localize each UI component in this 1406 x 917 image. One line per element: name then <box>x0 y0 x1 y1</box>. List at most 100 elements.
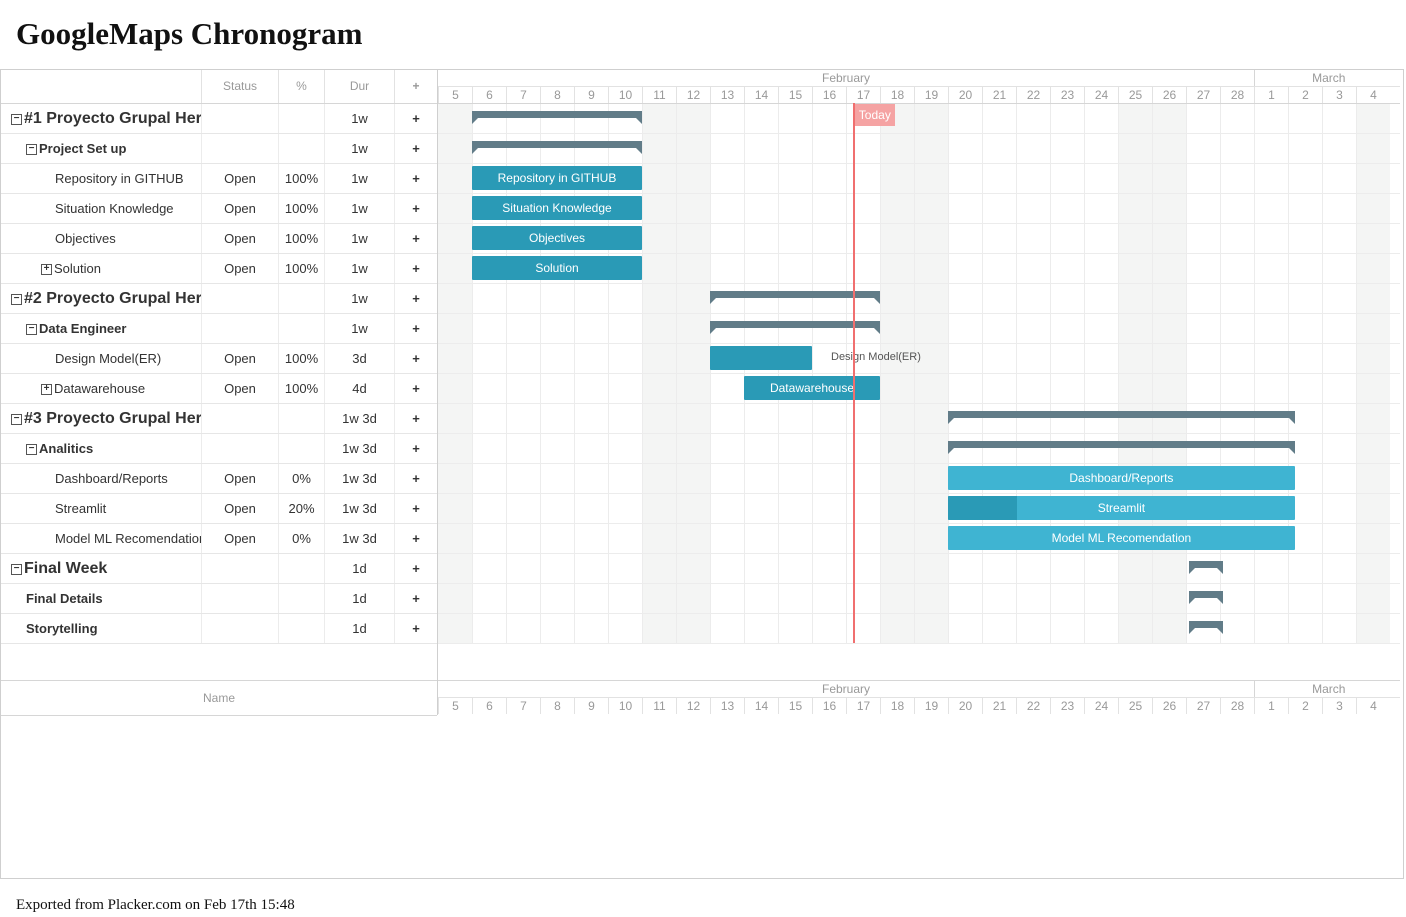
add-subtask-button[interactable]: + <box>394 464 437 493</box>
task-name-cell[interactable]: Dashboard/Reports <box>1 464 201 493</box>
percent-cell: 100% <box>278 164 324 193</box>
task-row[interactable]: Design Model(ER) Open 100% 3d + <box>1 344 437 374</box>
percent-column-header[interactable]: % <box>278 70 324 103</box>
expand-icon[interactable]: + <box>41 264 52 276</box>
task-bar[interactable]: Datawarehouse <box>744 376 880 400</box>
task-bar[interactable]: Repository in GITHUB <box>472 166 642 190</box>
task-row[interactable]: − #2 Proyecto Grupal Her 1w + <box>1 284 437 314</box>
collapse-icon[interactable]: − <box>26 444 37 456</box>
name-column-header[interactable] <box>1 70 201 103</box>
summary-bar[interactable] <box>1189 591 1224 604</box>
task-row[interactable]: Situation Knowledge Open 100% 1w + <box>1 194 437 224</box>
task-row[interactable]: + Solution Open 100% 1w + <box>1 254 437 284</box>
add-subtask-button[interactable]: + <box>394 224 437 253</box>
collapse-icon[interactable]: − <box>11 414 22 426</box>
day-label: 24 <box>1084 87 1118 103</box>
add-subtask-button[interactable]: + <box>394 344 437 373</box>
task-name-cell[interactable]: Storytelling <box>1 614 201 643</box>
collapse-icon[interactable]: − <box>26 324 37 336</box>
day-label: 17 <box>846 87 880 103</box>
task-name-cell[interactable]: − #2 Proyecto Grupal Her <box>1 284 201 313</box>
task-bar-label: Datawarehouse <box>769 381 855 395</box>
task-name: Situation Knowledge <box>55 201 174 216</box>
task-name-cell[interactable]: − Analitics <box>1 434 201 463</box>
add-subtask-button[interactable]: + <box>394 584 437 613</box>
task-name-cell[interactable]: Streamlit <box>1 494 201 523</box>
task-row[interactable]: − Final Week 1d + <box>1 554 437 584</box>
task-row[interactable]: Objectives Open 100% 1w + <box>1 224 437 254</box>
task-row[interactable]: Streamlit Open 20% 1w 3d + <box>1 494 437 524</box>
task-row[interactable]: − #1 Proyecto Grupal Her 1w + <box>1 104 437 134</box>
task-row[interactable]: Storytelling 1d + <box>1 614 437 644</box>
task-name-cell[interactable]: − #3 Proyecto Grupal Her <box>1 404 201 433</box>
summary-bar[interactable] <box>472 141 642 154</box>
duration-column-header[interactable]: Dur <box>324 70 394 103</box>
day-label: 4 <box>1356 698 1390 714</box>
task-name-cell[interactable]: + Datawarehouse <box>1 374 201 403</box>
task-name-cell[interactable]: − Project Set up <box>1 134 201 163</box>
add-task-button[interactable]: + <box>394 70 437 103</box>
percent-cell <box>278 104 324 133</box>
expand-icon[interactable]: + <box>41 384 52 396</box>
collapse-icon[interactable]: − <box>11 564 22 576</box>
collapse-icon[interactable]: − <box>11 294 22 306</box>
summary-bar[interactable] <box>1189 561 1224 574</box>
task-bar[interactable] <box>710 346 812 370</box>
summary-bar[interactable] <box>472 111 642 124</box>
task-name-cell[interactable]: Model ML Recomendation <box>1 524 201 553</box>
task-name: Repository in GITHUB <box>55 171 184 186</box>
task-name-cell[interactable]: Repository in GITHUB <box>1 164 201 193</box>
add-subtask-button[interactable]: + <box>394 284 437 313</box>
task-name-cell[interactable]: Situation Knowledge <box>1 194 201 223</box>
task-row[interactable]: Dashboard/Reports Open 0% 1w 3d + <box>1 464 437 494</box>
task-bar-label: Solution <box>535 261 579 275</box>
task-row[interactable]: Final Details 1d + <box>1 584 437 614</box>
task-row[interactable]: − Data Engineer 1w + <box>1 314 437 344</box>
task-bar[interactable]: Streamlit <box>948 496 1295 520</box>
task-row[interactable]: − Project Set up 1w + <box>1 134 437 164</box>
add-subtask-button[interactable]: + <box>394 554 437 583</box>
task-name-cell[interactable]: + Solution <box>1 254 201 283</box>
task-bar[interactable]: Solution <box>472 256 642 280</box>
row-gridline <box>438 163 1400 164</box>
add-subtask-button[interactable]: + <box>394 104 437 133</box>
task-name-cell[interactable]: − Final Week <box>1 554 201 583</box>
summary-bar[interactable] <box>1189 621 1224 634</box>
task-row[interactable]: − Analitics 1w 3d + <box>1 434 437 464</box>
task-name: Model ML Recomendation <box>55 531 201 546</box>
task-name: Design Model(ER) <box>55 351 162 366</box>
summary-bar[interactable] <box>948 411 1295 424</box>
add-subtask-button[interactable]: + <box>394 614 437 643</box>
task-name-cell[interactable]: Final Details <box>1 584 201 613</box>
task-name: Storytelling <box>26 621 98 636</box>
task-row[interactable]: + Datawarehouse Open 100% 4d + <box>1 374 437 404</box>
task-name-cell[interactable]: Objectives <box>1 224 201 253</box>
task-row[interactable]: Repository in GITHUB Open 100% 1w + <box>1 164 437 194</box>
task-name-cell[interactable]: Design Model(ER) <box>1 344 201 373</box>
task-row[interactable]: Model ML Recomendation Open 0% 1w 3d + <box>1 524 437 554</box>
task-name-cell[interactable]: − Data Engineer <box>1 314 201 343</box>
add-subtask-button[interactable]: + <box>394 254 437 283</box>
task-bar[interactable]: Model ML Recomendation <box>948 526 1295 550</box>
add-subtask-button[interactable]: + <box>394 404 437 433</box>
add-subtask-button[interactable]: + <box>394 194 437 223</box>
add-subtask-button[interactable]: + <box>394 494 437 523</box>
add-subtask-button[interactable]: + <box>394 374 437 403</box>
add-subtask-button[interactable]: + <box>394 314 437 343</box>
task-bar[interactable]: Situation Knowledge <box>472 196 642 220</box>
summary-bar[interactable] <box>948 441 1295 454</box>
month-divider <box>1254 70 1255 86</box>
status-column-header[interactable]: Status <box>201 70 278 103</box>
add-subtask-button[interactable]: + <box>394 524 437 553</box>
task-bar[interactable]: Dashboard/Reports <box>948 466 1295 490</box>
row-gridline <box>438 583 1400 584</box>
collapse-icon[interactable]: − <box>26 144 37 156</box>
task-bar[interactable]: Objectives <box>472 226 642 250</box>
collapse-icon[interactable]: − <box>11 114 22 126</box>
add-subtask-button[interactable]: + <box>394 134 437 163</box>
task-name-cell[interactable]: − #1 Proyecto Grupal Her <box>1 104 201 133</box>
task-row[interactable]: − #3 Proyecto Grupal Her 1w 3d + <box>1 404 437 434</box>
add-subtask-button[interactable]: + <box>394 164 437 193</box>
day-label: 12 <box>676 698 710 714</box>
add-subtask-button[interactable]: + <box>394 434 437 463</box>
